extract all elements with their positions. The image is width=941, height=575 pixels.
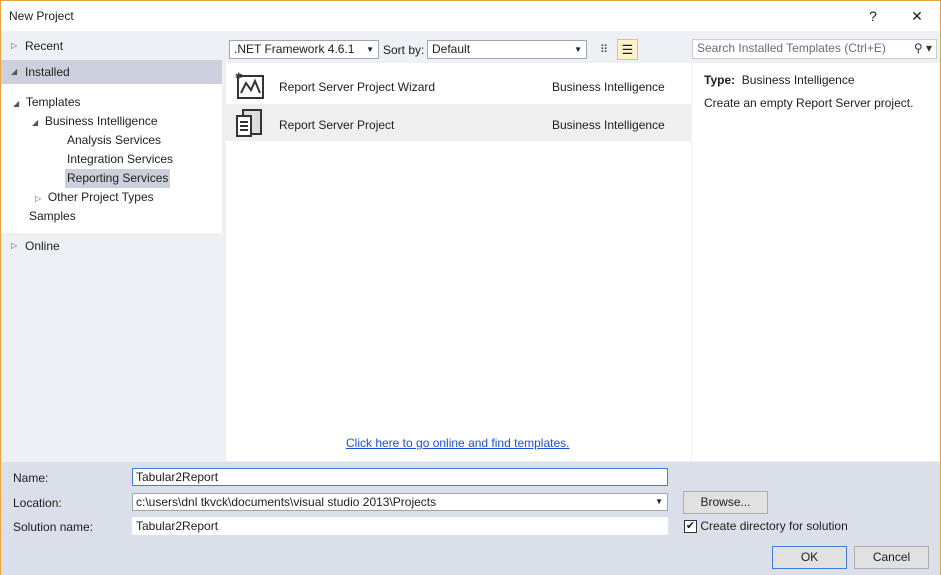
location-combo[interactable]: c:\users\dnl tkvck\documents\visual stud… bbox=[132, 493, 668, 511]
ok-button[interactable]: OK bbox=[772, 546, 847, 569]
tree-item-samples[interactable]: Samples bbox=[29, 207, 76, 226]
templates-label: Templates bbox=[25, 95, 81, 109]
recent-label: Recent bbox=[25, 39, 64, 53]
location-value: c:\users\dnl tkvck\documents\visual stud… bbox=[136, 495, 437, 509]
chevron-down-icon: ▼ bbox=[574, 45, 582, 54]
name-input[interactable]: Tabular2Report bbox=[132, 468, 668, 486]
browse-button[interactable]: Browse... bbox=[683, 491, 768, 514]
template-category: Business Intelligence bbox=[552, 118, 665, 132]
template-sidebar: ▷ Recent ◢ Installed ◢ Templates ◢ Busin… bbox=[1, 31, 222, 461]
report-project-icon bbox=[236, 109, 262, 137]
sort-select[interactable]: Default ▼ bbox=[427, 40, 587, 59]
create-directory-label: Create directory for solution bbox=[700, 519, 848, 533]
collapse-arrow-icon: ◢ bbox=[32, 118, 39, 127]
search-placeholder: Search Installed Templates (Ctrl+E) bbox=[697, 41, 886, 55]
cancel-button[interactable]: Cancel bbox=[854, 546, 929, 569]
project-form: Name: Tabular2Report Location: c:\users\… bbox=[1, 462, 940, 575]
new-project-dialog: New Project ? ✕ ▷ Recent ◢ Installed ◢ T… bbox=[0, 0, 941, 575]
framework-select[interactable]: .NET Framework 4.6.1 ▼ bbox=[229, 40, 379, 59]
template-name: Report Server Project Wizard bbox=[279, 80, 436, 94]
solution-name-label: Solution name: bbox=[13, 520, 94, 534]
template-item[interactable]: ✱ Report Server Project Wizard Business … bbox=[226, 66, 691, 103]
list-view-icon[interactable]: ☰ bbox=[617, 39, 638, 60]
details-panel: Type: Business Intelligence Create an em… bbox=[692, 63, 940, 461]
type-value: Business Intelligence bbox=[741, 73, 855, 87]
help-button[interactable]: ? bbox=[858, 5, 888, 27]
sidebar-item-recent[interactable]: ▷ Recent bbox=[1, 34, 222, 58]
small-icons-view-icon[interactable]: ⠿ bbox=[594, 40, 614, 60]
framework-value: .NET Framework 4.6.1 bbox=[234, 42, 355, 56]
tree-item-reporting-services[interactable]: Reporting Services bbox=[65, 169, 171, 188]
report-wizard-icon: ✱ bbox=[235, 71, 264, 99]
sidebar-item-online[interactable]: ▷ Online bbox=[1, 234, 222, 258]
type-label: Type: bbox=[704, 73, 736, 87]
sidebar-item-installed[interactable]: ◢ Installed bbox=[1, 60, 222, 84]
expand-arrow-icon: ▷ bbox=[35, 194, 42, 203]
installed-tree: ◢ Templates ◢ Business Intelligence Anal… bbox=[1, 84, 222, 233]
template-list: ✱ Report Server Project Wizard Business … bbox=[226, 63, 691, 461]
checkbox-check-icon: ✔ bbox=[684, 520, 697, 534]
solution-name-input[interactable]: Tabular2Report bbox=[132, 517, 668, 535]
title-bar: New Project ? ✕ bbox=[1, 1, 940, 31]
search-icon: ⚲ ▾ bbox=[913, 41, 932, 55]
tree-item-other-project-types[interactable]: ▷ Other Project Types bbox=[35, 188, 154, 207]
sort-label: Sort by: bbox=[383, 43, 425, 57]
online-label: Online bbox=[25, 239, 60, 253]
tree-item-integration-services[interactable]: Integration Services bbox=[67, 150, 173, 169]
chevron-down-icon: ▼ bbox=[366, 45, 374, 54]
create-directory-checkbox[interactable]: ✔ Create directory for solution bbox=[684, 519, 848, 534]
close-button[interactable]: ✕ bbox=[902, 5, 932, 27]
name-label: Name: bbox=[13, 471, 49, 485]
template-category: Business Intelligence bbox=[552, 80, 665, 94]
other-label: Other Project Types bbox=[47, 190, 154, 204]
template-description: Create an empty Report Server project. bbox=[704, 96, 914, 110]
collapse-arrow-icon: ◢ bbox=[11, 67, 18, 76]
tree-item-templates[interactable]: ◢ Templates bbox=[13, 93, 81, 112]
chevron-down-icon: ▼ bbox=[655, 497, 663, 506]
search-input[interactable]: Search Installed Templates (Ctrl+E) ⚲ ▾ bbox=[692, 39, 937, 59]
sort-value: Default bbox=[432, 42, 471, 56]
expand-arrow-icon: ▷ bbox=[11, 41, 18, 50]
collapse-arrow-icon: ◢ bbox=[13, 99, 20, 108]
toolbar: .NET Framework 4.6.1 ▼ Sort by: Default ▼ … bbox=[226, 37, 941, 63]
svg-text:✱: ✱ bbox=[235, 71, 243, 81]
location-label: Location: bbox=[13, 496, 62, 510]
expand-arrow-icon: ▷ bbox=[11, 241, 18, 250]
bi-label: Business Intelligence bbox=[44, 114, 158, 128]
dialog-title: New Project bbox=[9, 9, 74, 23]
tree-item-business-intelligence[interactable]: ◢ Business Intelligence bbox=[32, 112, 158, 131]
online-templates-link[interactable]: Click here to go online and find templat… bbox=[346, 436, 569, 450]
template-item[interactable]: Report Server Project Business Intellige… bbox=[226, 104, 691, 141]
tree-item-analysis-services[interactable]: Analysis Services bbox=[67, 131, 161, 150]
template-name: Report Server Project bbox=[279, 118, 395, 132]
installed-label: Installed bbox=[25, 65, 70, 79]
